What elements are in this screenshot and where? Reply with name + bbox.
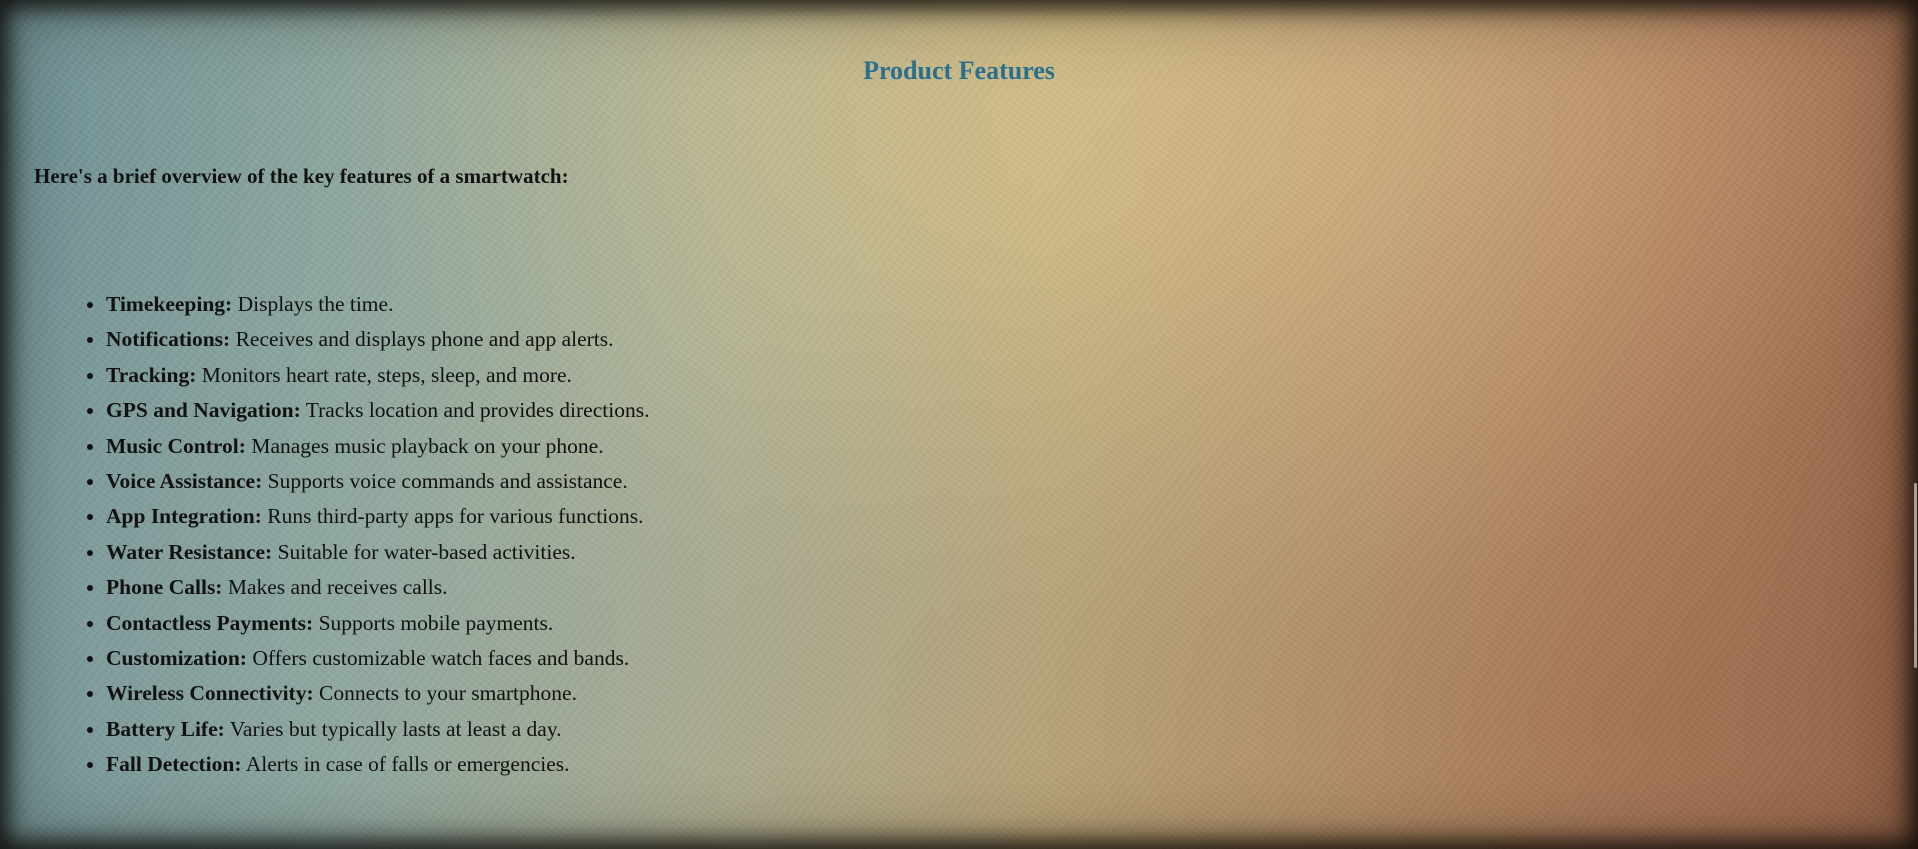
feature-description: Supports voice commands and assistance. — [262, 469, 628, 494]
feature-name: Wireless Connectivity: — [106, 681, 314, 706]
feature-description: Supports mobile payments. — [313, 610, 554, 635]
page-content: Product Features Here's a brief overview… — [0, 0, 1918, 849]
list-item: Tracking: Monitors heart rate, steps, sl… — [106, 358, 649, 393]
feature-name: Water Resistance: — [106, 539, 273, 564]
feature-name: Phone Calls: — [106, 575, 223, 600]
feature-description: Runs third-party apps for various functi… — [261, 504, 644, 529]
feature-description: Offers customizable watch faces and band… — [246, 646, 630, 671]
feature-name: Notifications: — [106, 327, 231, 352]
feature-description: Tracks location and provides directions. — [300, 398, 650, 423]
feature-description: Connects to your smartphone. — [313, 681, 577, 706]
feature-name: Battery Life: — [106, 716, 225, 741]
list-item: Contactless Payments: Supports mobile pa… — [106, 606, 649, 641]
feature-description: Alerts in case of falls or emergencies. — [241, 752, 570, 777]
list-item: Timekeeping: Displays the time. — [106, 287, 649, 322]
feature-description: Manages music playback on your phone. — [245, 433, 604, 458]
list-item: Fall Detection: Alerts in case of falls … — [106, 747, 649, 782]
feature-description: Receives and displays phone and app aler… — [230, 327, 614, 352]
list-item: Battery Life: Varies but typically lasts… — [106, 712, 649, 747]
feature-description: Suitable for water-based activities. — [272, 539, 576, 564]
feature-list: Timekeeping: Displays the time. Notifica… — [66, 287, 649, 783]
feature-description: Varies but typically lasts at least a da… — [224, 716, 562, 741]
feature-description: Monitors heart rate, steps, sleep, and m… — [196, 362, 572, 387]
list-item: Notifications: Receives and displays pho… — [106, 322, 649, 357]
intro-text: Here's a brief overview of the key featu… — [34, 164, 569, 188]
feature-name: Music Control: — [106, 433, 246, 458]
list-item: Customization: Offers customizable watch… — [106, 641, 649, 676]
list-item: GPS and Navigation: Tracks location and … — [106, 393, 649, 428]
list-item: Voice Assistance: Supports voice command… — [106, 464, 649, 499]
list-item: Music Control: Manages music playback on… — [106, 429, 649, 464]
feature-name: Contactless Payments: — [106, 610, 314, 635]
page-title: Product Features — [863, 56, 1055, 85]
feature-name: App Integration: — [106, 504, 262, 529]
feature-name: GPS and Navigation: — [106, 398, 301, 423]
list-item: Water Resistance: Suitable for water-bas… — [106, 535, 649, 570]
feature-name: Customization: — [106, 646, 247, 671]
list-item: Wireless Connectivity: Connects to your … — [106, 676, 649, 711]
feature-name: Fall Detection: — [106, 752, 242, 777]
feature-name: Voice Assistance: — [106, 469, 263, 494]
feature-description: Displays the time. — [232, 292, 394, 316]
feature-name: Timekeeping: — [106, 292, 233, 316]
feature-name: Tracking: — [106, 362, 197, 387]
list-item: Phone Calls: Makes and receives calls. — [106, 570, 649, 605]
list-item: App Integration: Runs third-party apps f… — [106, 499, 649, 534]
feature-description: Makes and receives calls. — [222, 575, 448, 600]
